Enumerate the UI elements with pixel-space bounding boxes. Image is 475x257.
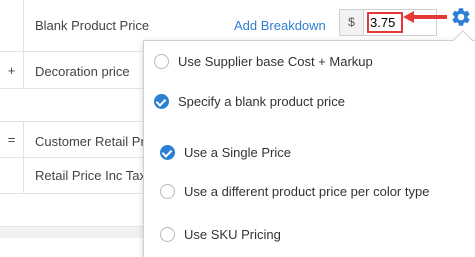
- radio-checked-icon[interactable]: [160, 145, 175, 160]
- operator-cell: [0, 194, 24, 226]
- row-label-blank-product-price: Blank Product Price: [35, 18, 150, 33]
- radio-unchecked-icon[interactable]: [154, 54, 169, 69]
- radio-unchecked-icon[interactable]: [160, 184, 175, 199]
- option-single-price[interactable]: Use a Single Price: [160, 145, 291, 160]
- row-label-decoration-price: Decoration price: [35, 64, 130, 79]
- add-breakdown-link[interactable]: Add Breakdown: [234, 18, 326, 33]
- operator-cell: =: [0, 122, 24, 157]
- plus-operator: +: [7, 63, 16, 78]
- operator-cell: [0, 0, 24, 51]
- blank-price-input[interactable]: 3.75: [367, 12, 403, 33]
- row-label-retail-price-inc-tax: Retail Price Inc Tax: [35, 168, 147, 183]
- option-label: Use SKU Pricing: [184, 227, 281, 242]
- option-label: Use a Single Price: [184, 145, 291, 160]
- option-supplier-cost-markup[interactable]: Use Supplier base Cost + Markup: [154, 54, 373, 69]
- radio-unchecked-icon[interactable]: [160, 227, 175, 242]
- currency-addon: $: [340, 10, 364, 35]
- option-label: Use a different product price per color …: [184, 184, 430, 199]
- operator-cell: [0, 89, 24, 121]
- gear-icon[interactable]: [450, 6, 472, 28]
- operator-cell: [0, 158, 24, 193]
- option-specify-blank-price[interactable]: Specify a blank product price: [154, 94, 345, 109]
- price-options-popup: Use Supplier base Cost + Markup Specify …: [143, 30, 475, 257]
- option-price-per-color-type[interactable]: Use a different product price per color …: [160, 184, 429, 199]
- radio-checked-icon[interactable]: [154, 94, 169, 109]
- equals-operator: =: [7, 132, 16, 147]
- operator-cell: +: [0, 52, 24, 88]
- annotation-arrow-icon: [403, 11, 447, 23]
- option-sku-pricing[interactable]: Use SKU Pricing: [160, 227, 281, 242]
- option-label: Use Supplier base Cost + Markup: [178, 54, 373, 69]
- option-label: Specify a blank product price: [178, 94, 345, 109]
